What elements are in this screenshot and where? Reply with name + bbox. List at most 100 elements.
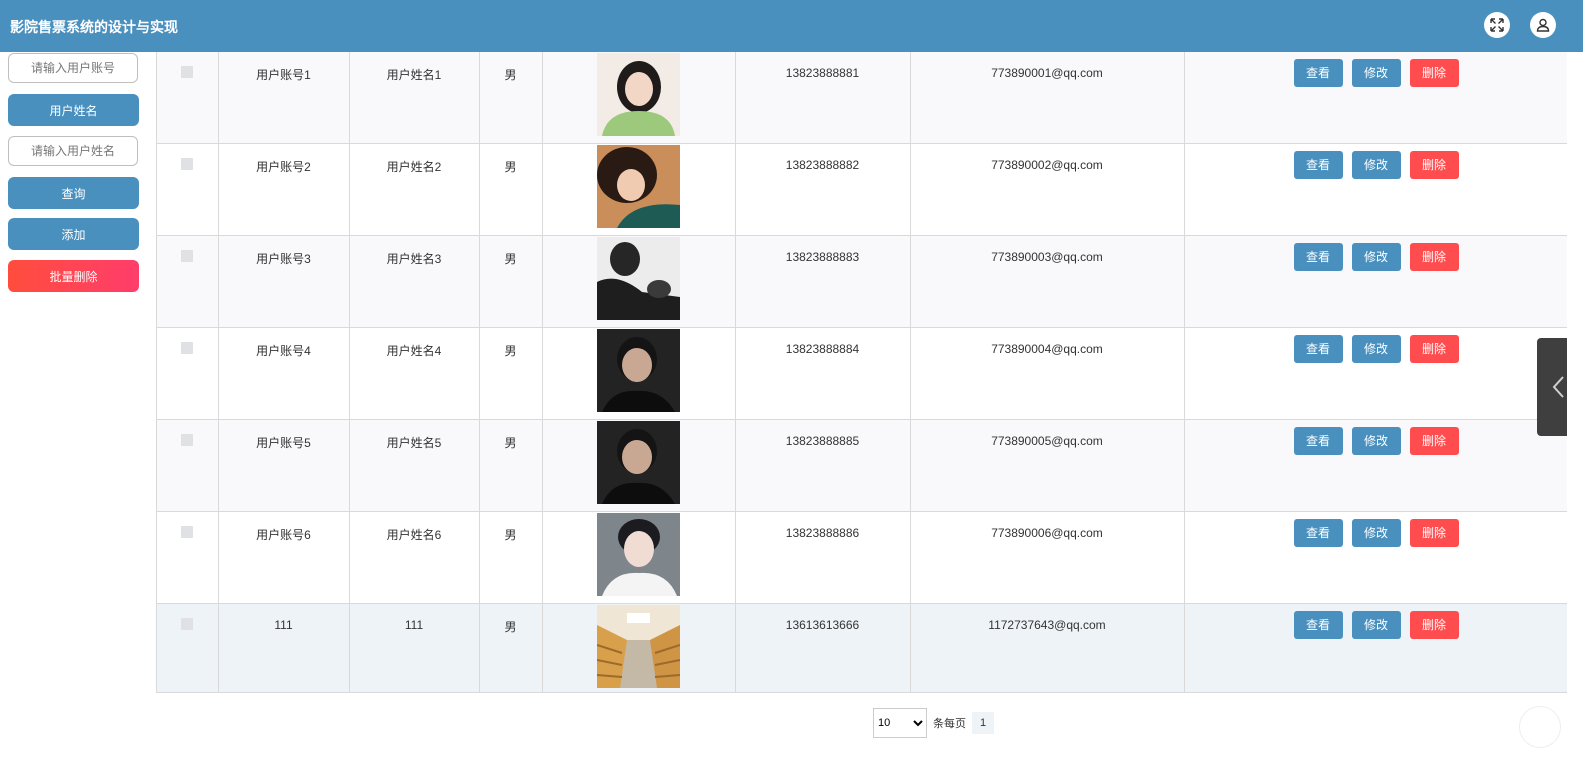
- add-button[interactable]: 添加: [8, 218, 139, 250]
- row-checkbox[interactable]: [181, 250, 194, 262]
- table-row: 用户账号4 用户姓名4 男 13823888884 773890004@qq.c…: [157, 327, 1568, 420]
- view-button[interactable]: 查看: [1293, 335, 1343, 363]
- avatar-image: [597, 421, 680, 504]
- email-cell: 773890001@qq.com: [991, 66, 1103, 80]
- table-row: 用户账号1 用户姓名1 男 13823888881 773890001@qq.c…: [157, 52, 1567, 144]
- name-cell: 用户姓名5: [386, 436, 442, 450]
- user-table: 用户账号1 用户姓名1 男 13823888881 773890001@qq.c…: [157, 52, 1568, 692]
- view-button[interactable]: 查看: [1293, 427, 1343, 455]
- account-cell: 用户账号2: [256, 160, 311, 174]
- avatar-image: [597, 53, 680, 136]
- sidebar: 用户姓名 查询 添加 批量删除: [0, 52, 148, 765]
- batch-delete-button[interactable]: 批量删除: [8, 260, 139, 292]
- scroll-top-button[interactable]: [1519, 706, 1561, 748]
- chevron-left-icon: [1552, 376, 1564, 398]
- account-cell: 用户账号1: [256, 68, 311, 82]
- phone-cell: 13823888885: [785, 434, 860, 448]
- delete-button[interactable]: 删除: [1409, 427, 1459, 455]
- row-actions: 查看 修改 删除: [1185, 144, 1568, 179]
- edit-button[interactable]: 修改: [1351, 151, 1401, 179]
- table-row: 用户账号5 用户姓名5 男 13823888885 773890005@qq.c…: [157, 419, 1568, 512]
- account-cell: 用户账号5: [256, 436, 311, 450]
- user-table-container: 用户账号1 用户姓名1 男 13823888881 773890001@qq.c…: [156, 52, 1567, 693]
- query-button[interactable]: 查询: [8, 177, 139, 209]
- gender-cell: 男: [504, 252, 517, 266]
- edit-button[interactable]: 修改: [1351, 427, 1401, 455]
- row-actions: 查看 修改 删除: [1185, 420, 1568, 455]
- fullscreen-button[interactable]: [1484, 12, 1510, 38]
- per-page-label: 条每页: [933, 718, 966, 730]
- view-button[interactable]: 查看: [1293, 519, 1343, 547]
- row-actions: 查看 修改 删除: [1185, 236, 1568, 271]
- name-cell: 用户姓名3: [386, 252, 442, 266]
- row-checkbox[interactable]: [181, 434, 194, 446]
- name-cell: 用户姓名6: [386, 528, 442, 542]
- row-checkbox[interactable]: [181, 66, 194, 78]
- phone-cell: 13823888886: [785, 526, 860, 540]
- app-title: 影院售票系统的设计与实现: [10, 19, 178, 35]
- table-row: 用户账号3 用户姓名3 男 13823888883 773890003@qq.c…: [157, 235, 1568, 328]
- phone-cell: 13823888884: [785, 342, 860, 356]
- edit-button[interactable]: 修改: [1351, 519, 1401, 547]
- phone-cell: 13823888883: [785, 250, 860, 264]
- view-button[interactable]: 查看: [1293, 151, 1343, 179]
- row-actions: 查看 修改 删除: [1185, 604, 1568, 639]
- table-row: 用户账号2 用户姓名2 男 13823888882 773890002@qq.c…: [157, 143, 1568, 236]
- name-cell: 111: [404, 618, 424, 632]
- avatar-image: [597, 237, 680, 320]
- top-bar: 影院售票系统的设计与实现: [0, 0, 1583, 52]
- name-cell: 用户姓名2: [386, 160, 442, 174]
- edit-button[interactable]: 修改: [1351, 59, 1401, 87]
- gender-cell: 男: [504, 620, 517, 634]
- gender-cell: 男: [504, 528, 517, 542]
- row-actions: 查看 修改 删除: [1185, 52, 1568, 87]
- name-label-button[interactable]: 用户姓名: [8, 94, 139, 126]
- account-cell: 用户账号6: [256, 528, 311, 542]
- gender-cell: 男: [504, 436, 517, 450]
- avatar-image: [597, 145, 680, 228]
- delete-button[interactable]: 删除: [1409, 335, 1459, 363]
- phone-cell: 13823888881: [785, 66, 860, 80]
- account-cell: 用户账号4: [256, 344, 311, 358]
- account-cell: 111: [274, 618, 293, 632]
- row-actions: 查看 修改 删除: [1185, 328, 1568, 363]
- delete-button[interactable]: 删除: [1409, 59, 1459, 87]
- name-search-input[interactable]: [8, 136, 138, 166]
- view-button[interactable]: 查看: [1293, 59, 1343, 87]
- gender-cell: 男: [504, 160, 517, 174]
- delete-button[interactable]: 删除: [1409, 611, 1459, 639]
- account-search-input[interactable]: [8, 53, 138, 83]
- row-checkbox[interactable]: [181, 342, 194, 354]
- account-cell: 用户账号3: [256, 252, 311, 266]
- delete-button[interactable]: 删除: [1409, 519, 1459, 547]
- user-icon: [1536, 18, 1550, 32]
- phone-cell: 13613613666: [785, 618, 860, 632]
- edit-button[interactable]: 修改: [1351, 335, 1401, 363]
- delete-button[interactable]: 删除: [1409, 151, 1459, 179]
- row-checkbox[interactable]: [181, 158, 194, 170]
- name-cell: 用户姓名4: [386, 344, 442, 358]
- edit-button[interactable]: 修改: [1351, 611, 1401, 639]
- email-cell: 773890006@qq.com: [991, 526, 1103, 540]
- delete-button[interactable]: 删除: [1409, 243, 1459, 271]
- table-row: 111 111 男 13613613666 1172737643@qq.com …: [157, 603, 1568, 692]
- avatar-image: [597, 605, 680, 688]
- avatar-image: [597, 513, 680, 596]
- user-menu-button[interactable]: [1530, 12, 1556, 38]
- page-size-select[interactable]: 10: [873, 708, 927, 738]
- table-row: 用户账号6 用户姓名6 男 13823888886 773890006@qq.c…: [157, 511, 1567, 604]
- email-cell: 773890004@qq.com: [991, 342, 1103, 356]
- row-checkbox[interactable]: [181, 618, 194, 630]
- edit-button[interactable]: 修改: [1351, 243, 1401, 271]
- view-button[interactable]: 查看: [1293, 243, 1343, 271]
- email-cell: 773890005@qq.com: [991, 434, 1103, 448]
- name-cell: 用户姓名1: [386, 68, 442, 82]
- view-button[interactable]: 查看: [1293, 611, 1343, 639]
- phone-cell: 13823888882: [785, 158, 860, 172]
- email-cell: 773890002@qq.com: [991, 158, 1103, 172]
- side-panel-toggle[interactable]: [1537, 338, 1567, 436]
- email-cell: 773890003@qq.com: [991, 250, 1103, 264]
- page-number-button[interactable]: 1: [972, 712, 994, 734]
- row-checkbox[interactable]: [181, 526, 194, 538]
- avatar-image: [597, 329, 680, 412]
